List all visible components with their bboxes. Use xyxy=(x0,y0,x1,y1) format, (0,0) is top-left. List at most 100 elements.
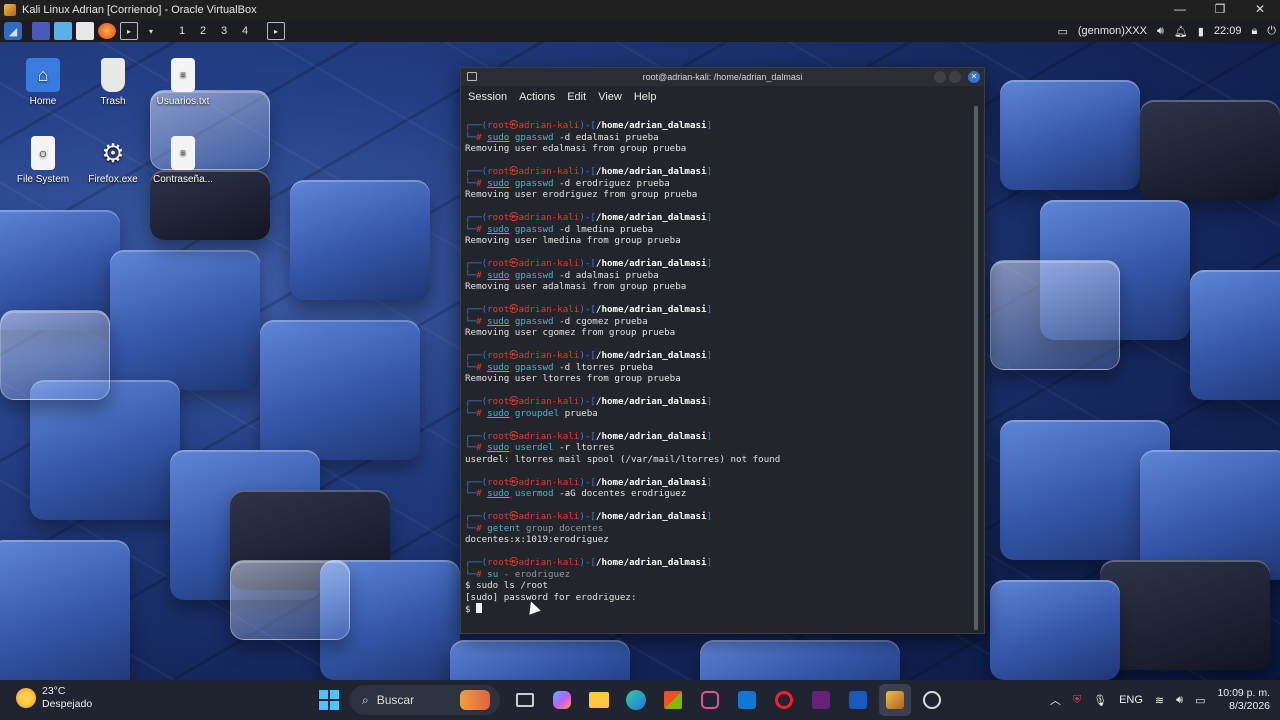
final-prompt: $ xyxy=(465,604,477,615)
terminal-scrollbar[interactable] xyxy=(974,106,978,630)
taskbar-search[interactable]: ⌕ Buscar xyxy=(350,685,500,715)
command-sudo: sudo xyxy=(487,131,510,143)
desktop-icon-label: Home xyxy=(29,96,57,107)
terminal-titlebar[interactable]: root@adrian-kali: /home/adrian_dalmasi ✕ xyxy=(461,68,984,86)
prompt-path: /home/adrian_dalmasi xyxy=(595,557,707,568)
command-output: Removing user adalmasi from group prueba xyxy=(465,281,687,292)
show-desktop-icon[interactable] xyxy=(32,22,50,40)
command-sudo: sudo xyxy=(487,361,510,373)
desktop-icon-trash[interactable]: Trash xyxy=(78,58,148,107)
file-explorer-icon[interactable] xyxy=(583,684,615,716)
prompt-line: ┌──(root㉿adrian-kali)-[/home/adrian_dalm… xyxy=(465,431,970,443)
notification-bell-icon[interactable]: 🔔︎ xyxy=(1174,25,1188,38)
menu-edit[interactable]: Edit xyxy=(567,91,586,103)
command-line: └─# sudo groupdel prueba xyxy=(465,408,970,420)
lock-icon[interactable]: 🔒︎ xyxy=(1251,25,1257,38)
terminal-maximize-button[interactable] xyxy=(949,71,961,83)
terminal-close-button[interactable]: ✕ xyxy=(968,71,980,83)
prompt-frame: ] xyxy=(706,166,713,177)
drive-icon: ○ xyxy=(31,136,55,170)
menu-help[interactable]: Help xyxy=(634,91,657,103)
chevron-up-icon[interactable]: ︿ xyxy=(1050,692,1061,708)
terminal-command-block: ┌──(root㉿adrian-kali)-[/home/adrian_dalm… xyxy=(465,431,970,466)
workspace-4[interactable]: 4 xyxy=(235,25,255,37)
prompt-user: root㉿adrian-kali xyxy=(487,557,580,568)
prompt-path: /home/adrian_dalmasi xyxy=(595,350,707,361)
opera-icon[interactable] xyxy=(768,684,800,716)
prompt-frame: ] xyxy=(706,258,713,269)
workspace-1[interactable]: 1 xyxy=(172,25,192,37)
volume-icon[interactable]: 🔊︎ xyxy=(1157,25,1164,38)
terminal-command-block: ┌──(root㉿adrian-kali)-[/home/adrian_dalm… xyxy=(465,396,970,419)
minimize-button[interactable]: — xyxy=(1160,0,1200,20)
file-manager-icon[interactable] xyxy=(54,22,72,40)
prompt-line: ┌──(root㉿adrian-kali)-[/home/adrian_dalm… xyxy=(465,304,970,316)
wifi-icon[interactable]: ≋ xyxy=(1155,694,1164,707)
obs-icon[interactable] xyxy=(916,684,948,716)
terminal-command-block: ┌──(root㉿adrian-kali)-[/home/adrian_dalm… xyxy=(465,350,970,385)
task-view-icon[interactable] xyxy=(509,684,541,716)
prompt-hash: # xyxy=(476,488,488,499)
command-name: gpasswd xyxy=(514,315,554,327)
prompt-hash: # xyxy=(476,315,488,327)
command-line: └─# sudo gpasswd -d edalmasi prueba xyxy=(465,132,970,144)
restore-button[interactable]: ❐ xyxy=(1200,0,1240,20)
security-icon[interactable]: ⛨ xyxy=(1073,694,1081,707)
prompt-hash: # xyxy=(476,131,488,143)
copilot-icon[interactable] xyxy=(546,684,578,716)
prompt-frame: ┌──( xyxy=(465,120,488,131)
desktop-icon-home[interactable]: ⌂ Home xyxy=(8,58,78,107)
word-icon[interactable] xyxy=(842,684,874,716)
prompt-frame: ] xyxy=(706,212,713,223)
firefox-icon[interactable] xyxy=(98,23,116,39)
store-icon[interactable] xyxy=(657,684,689,716)
taskbar-clock[interactable]: 10:09 p. m. 8/3/2026 xyxy=(1217,687,1270,713)
start-button[interactable] xyxy=(313,684,345,716)
edge-icon[interactable] xyxy=(620,684,652,716)
language-indicator[interactable]: ENG xyxy=(1119,694,1143,706)
weather-widget[interactable]: 23°C Despejado xyxy=(16,685,92,711)
windows-logo-icon xyxy=(319,690,339,710)
menu-actions[interactable]: Actions xyxy=(519,91,555,103)
terminal-command-block: ┌──(root㉿adrian-kali)-[/home/adrian_dalm… xyxy=(465,511,970,546)
speaker-icon[interactable]: 🔊︎ xyxy=(1176,694,1183,707)
microphone-icon[interactable]: 🎙︎ xyxy=(1093,694,1107,707)
desktop-icon-usuarios[interactable]: ≡ Usuarios.txt xyxy=(148,58,218,107)
prompt-frame: )-[ xyxy=(579,476,596,488)
prompt-frame: └─ xyxy=(465,315,477,327)
terminal-task-icon[interactable]: ▸ xyxy=(267,22,285,40)
workspace-3[interactable]: 3 xyxy=(214,25,234,37)
menu-view[interactable]: View xyxy=(598,91,622,103)
chevron-down-icon[interactable]: ▾ xyxy=(142,22,160,40)
terminal-launcher-icon[interactable]: ▸ xyxy=(120,22,138,40)
prompt-frame: )-[ xyxy=(579,511,596,522)
terminal-window[interactable]: root@adrian-kali: /home/adrian_dalmasi ✕… xyxy=(460,67,985,634)
prompt-user: root㉿adrian-kali xyxy=(487,476,580,488)
prompt-hash: # xyxy=(476,407,488,419)
visual-studio-icon[interactable] xyxy=(805,684,837,716)
workspace-2[interactable]: 2 xyxy=(193,25,213,37)
prompt-user: root㉿adrian-kali xyxy=(487,258,580,269)
command-args: - erodriguez xyxy=(498,568,571,580)
outlook-icon[interactable] xyxy=(731,684,763,716)
virtualbox-taskbar-icon[interactable] xyxy=(879,684,911,716)
desktop-icon-firefox[interactable]: ⚙ Firefox.exe xyxy=(78,136,148,186)
power-icon[interactable]: ⏻ xyxy=(1267,25,1276,38)
command-output: Removing user edalmasi from group prueba xyxy=(465,143,687,154)
terminal-output[interactable]: ┌──(root㉿adrian-kali)-[/home/adrian_dalm… xyxy=(465,120,970,630)
menu-session[interactable]: Session xyxy=(468,91,507,103)
prompt-hash: # xyxy=(476,177,488,189)
prompt-frame: └─ xyxy=(465,568,477,580)
text-editor-icon[interactable] xyxy=(76,22,94,40)
terminal-minimize-button[interactable] xyxy=(934,71,946,83)
desktop-icon-contrasena[interactable]: ≡ Contraseña... xyxy=(148,136,218,185)
prompt-user: root㉿adrian-kali xyxy=(487,212,580,223)
kali-menu-icon[interactable]: ◢ xyxy=(4,22,22,40)
guest-top-panel: ◢ ▸ ▾ 1 2 3 4 ▸ ▭ (genmon)XXX 🔊︎ 🔔︎ ▮ 22… xyxy=(0,20,1280,42)
battery-icon[interactable]: ▭ xyxy=(1195,694,1205,707)
prompt-frame: └─ xyxy=(465,269,477,281)
desktop-icon-filesystem[interactable]: ○ File System xyxy=(8,136,78,185)
photos-icon[interactable] xyxy=(694,684,726,716)
prompt-frame: └─ xyxy=(465,442,477,453)
close-button[interactable]: ✕ xyxy=(1240,0,1280,20)
